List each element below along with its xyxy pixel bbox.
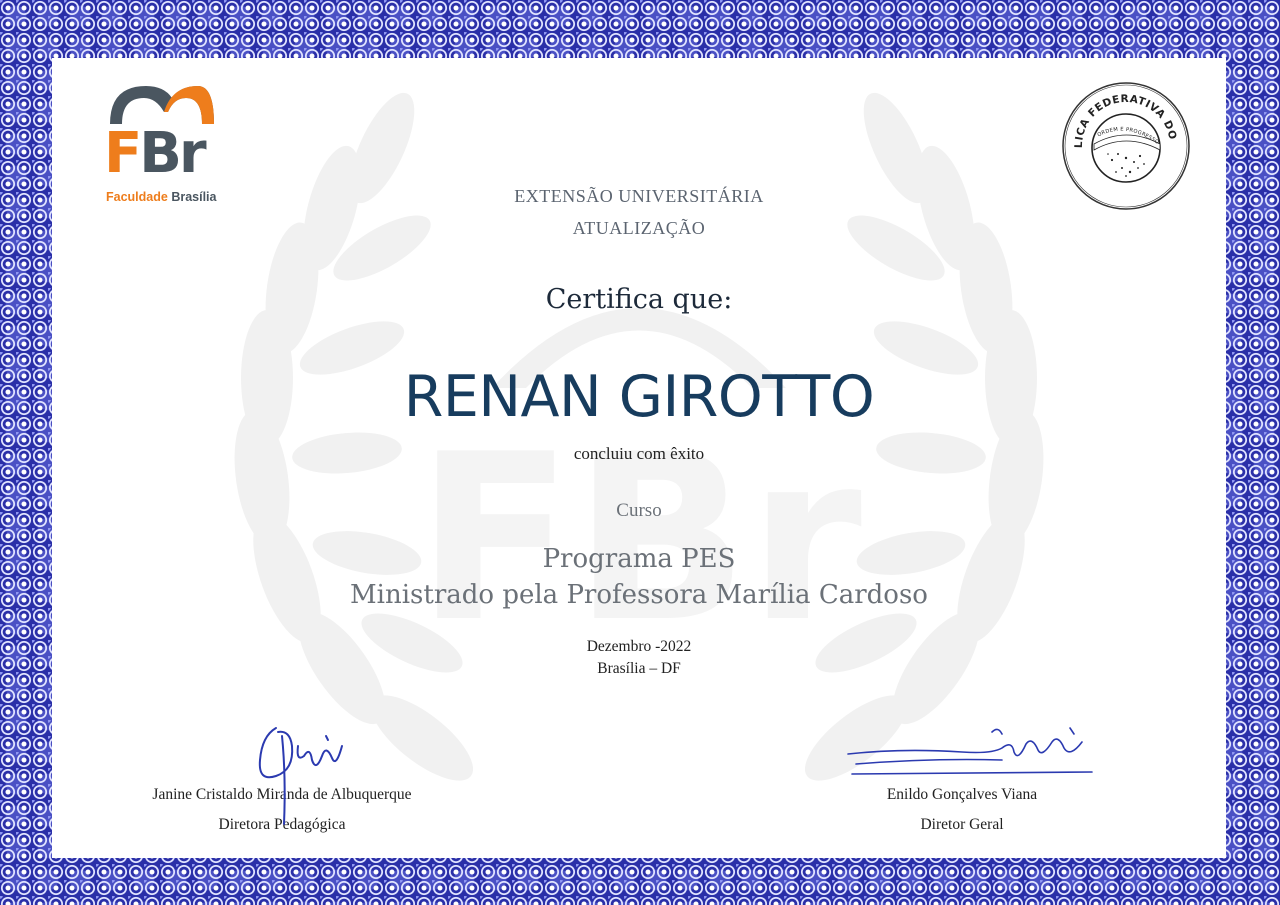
logo-f: F — [104, 121, 142, 186]
issue-place: Brasília – DF — [597, 660, 681, 677]
handwritten-signature-right — [847, 727, 1093, 775]
course-label: Curso — [616, 500, 662, 521]
course-name: Programa PES — [542, 544, 736, 574]
signature-block-left: Janine Cristaldo Miranda de Albuquerque … — [112, 724, 452, 834]
certificate-paper: FBr FBr Faculdade Brasília REPÚBLICA FED… — [52, 58, 1226, 858]
signatory-name-right: Enildo Gonçalves Viana — [886, 786, 1038, 803]
certificate-frame: FBr FBr Faculdade Brasília REPÚBLICA FED… — [0, 0, 1280, 905]
recipient-name: RENAN GIROTTO — [403, 364, 875, 430]
issue-date: Dezembro -2022 — [586, 638, 692, 655]
instructor-line: Ministrado pela Professora Marília Cardo… — [350, 580, 928, 610]
logo-br: Br — [139, 121, 206, 186]
certifica-label: Certifica que: — [545, 284, 733, 315]
arch-logo-icon — [110, 86, 214, 124]
signatory-role-right: Diretor Geral — [920, 816, 1004, 833]
program-subtype: ATUALIZAÇÃO — [572, 218, 706, 238]
handwritten-signature-left — [258, 727, 343, 825]
logo-letters: FBr — [104, 126, 207, 182]
signature-block-right: Enildo Gonçalves Viana Diretor Geral — [812, 724, 1112, 834]
program-type: EXTENSÃO UNIVERSITÁRIA — [514, 186, 764, 206]
completion-text: concluiu com êxito — [573, 444, 705, 463]
